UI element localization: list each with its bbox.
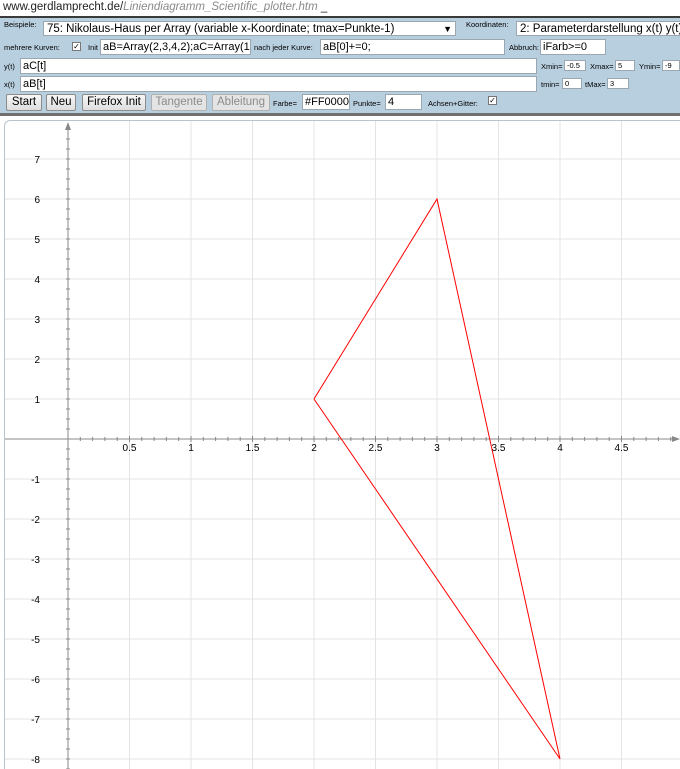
y-tick-label-8: -2 — [31, 515, 40, 526]
yt-input[interactable]: aC[t] — [20, 58, 537, 74]
tmin-label: tmin= — [541, 80, 560, 89]
x-tick-label-5: 3 — [434, 443, 440, 454]
nach-jeder-kurve-label: nach jeder Kurve: — [254, 43, 313, 52]
y-tick-label-5: 2 — [34, 355, 40, 366]
farbe-label: Farbe= — [273, 99, 297, 108]
y-tick-label-14: -8 — [31, 755, 40, 766]
mehrere-kurven-checkbox[interactable]: ✓ — [72, 42, 81, 51]
abbruch-label: Abbruch: — [509, 43, 540, 52]
firefox-init-button[interactable]: Firefox Init — [82, 94, 146, 111]
tangente-button[interactable]: Tangente — [151, 94, 207, 111]
tmax-label: tMax= — [585, 80, 606, 89]
plot-area: 0.5 1 1.5 2 2.5 3 3.5 4 4.5 7 6 5 4 3 2 1 -1 -2 -3 -4 -5 -6 -7… — [4, 120, 680, 769]
yt-label: y(t) — [4, 62, 15, 71]
y-tick-label-11: -5 — [31, 635, 40, 646]
achsen-gitter-checkbox[interactable]: ✓ — [488, 96, 497, 105]
x-tick-label-2: 1.5 — [246, 443, 260, 454]
control-panel: Beispiele: 75: Nikolaus-Haus per Array (… — [0, 16, 680, 116]
beispiele-select[interactable]: 75: Nikolaus-Haus per Array (variable x-… — [43, 21, 456, 36]
beispiele-label: Beispiele: — [4, 20, 37, 29]
y-tick-label-2: 5 — [34, 235, 40, 246]
chart-svg: 0.5 1 1.5 2 2.5 3 3.5 4 4.5 7 6 5 4 3 2 1 -1 -2 -3 -4 -5 -6 -7… — [5, 121, 680, 769]
achsen-gitter-label: Achsen+Gitter: — [428, 99, 478, 108]
x-tick-label-0: 0.5 — [123, 443, 137, 454]
x-tick-label-3: 2 — [311, 443, 317, 454]
y-tick-label-13: -7 — [31, 715, 40, 726]
x-axis-arrow — [672, 436, 680, 442]
x-tick-label-1: 1 — [188, 443, 194, 454]
koordinaten-selected: 2: Parameterdarstellung x(t) y(t) — [520, 23, 680, 35]
y-axis-arrow — [65, 122, 71, 130]
y-tick-label-9: -3 — [31, 555, 40, 566]
url-path: Liniendiagramm_Scientific_plotter.htm — [123, 1, 318, 13]
url-host: www.gerdlamprecht.de/ — [3, 1, 124, 13]
neu-button[interactable]: Neu — [46, 94, 76, 111]
tmin-input[interactable]: 0 — [562, 78, 582, 89]
y-tick-label-0: 7 — [34, 155, 40, 166]
xmin-input[interactable]: -0.5 — [564, 60, 586, 71]
y-tick-label-3: 4 — [34, 275, 40, 286]
beispiele-selected: 75: Nikolaus-Haus per Array (variable x-… — [47, 23, 395, 35]
ymin-input[interactable]: -9 — [662, 60, 680, 71]
start-button[interactable]: Start — [6, 94, 42, 111]
ableitung-button[interactable]: Ableitung — [212, 94, 270, 111]
x-tick-label-7: 4 — [557, 443, 563, 454]
punkte-label: Punkte= — [353, 99, 381, 108]
nach-jeder-kurve-input[interactable]: aB[0]+=0; — [320, 39, 505, 55]
xmax-input[interactable]: 5 — [615, 60, 635, 71]
ymin-label: Ymin= — [639, 62, 661, 71]
mehrere-kurven-label: mehrere Kurven: — [4, 43, 60, 52]
x-tick-label-8: 4.5 — [615, 443, 629, 454]
y-tick-label-7: -1 — [31, 475, 40, 486]
xt-input[interactable]: aB[t] — [20, 76, 537, 92]
farbe-input[interactable]: #FF0000 — [302, 94, 350, 110]
url-tail: _ — [320, 1, 328, 13]
address-bar[interactable]: www.gerdlamprecht.de/Liniendiagramm_Scie… — [0, 0, 680, 16]
tmax-input[interactable]: 3 — [607, 78, 629, 89]
y-tick-label-10: -4 — [31, 595, 40, 606]
y-tick-label-6: 1 — [34, 395, 40, 406]
xt-label: x(t) — [4, 80, 15, 89]
y-tick-label-4: 3 — [34, 315, 40, 326]
init-label: Init — [88, 43, 99, 52]
dropdown-arrow-icon: ▼ — [443, 24, 452, 34]
koordinaten-label: Koordinaten: — [466, 20, 509, 29]
xmin-label: Xmin= — [541, 62, 563, 71]
y-tick-label-12: -6 — [31, 675, 40, 686]
x-tick-label-4: 2.5 — [369, 443, 383, 454]
x-tick-label-6: 3.5 — [492, 443, 506, 454]
xmax-label: Xmax= — [590, 62, 614, 71]
abbruch-input[interactable]: iFarb>=0 — [540, 39, 606, 55]
koordinaten-select[interactable]: 2: Parameterdarstellung x(t) y(t) — [516, 21, 680, 36]
y-tick-label-1: 6 — [34, 195, 40, 206]
punkte-input[interactable]: 4 — [385, 94, 422, 110]
init-input[interactable]: aB=Array(2,3,4,2);aC=Array(1 — [100, 39, 251, 55]
